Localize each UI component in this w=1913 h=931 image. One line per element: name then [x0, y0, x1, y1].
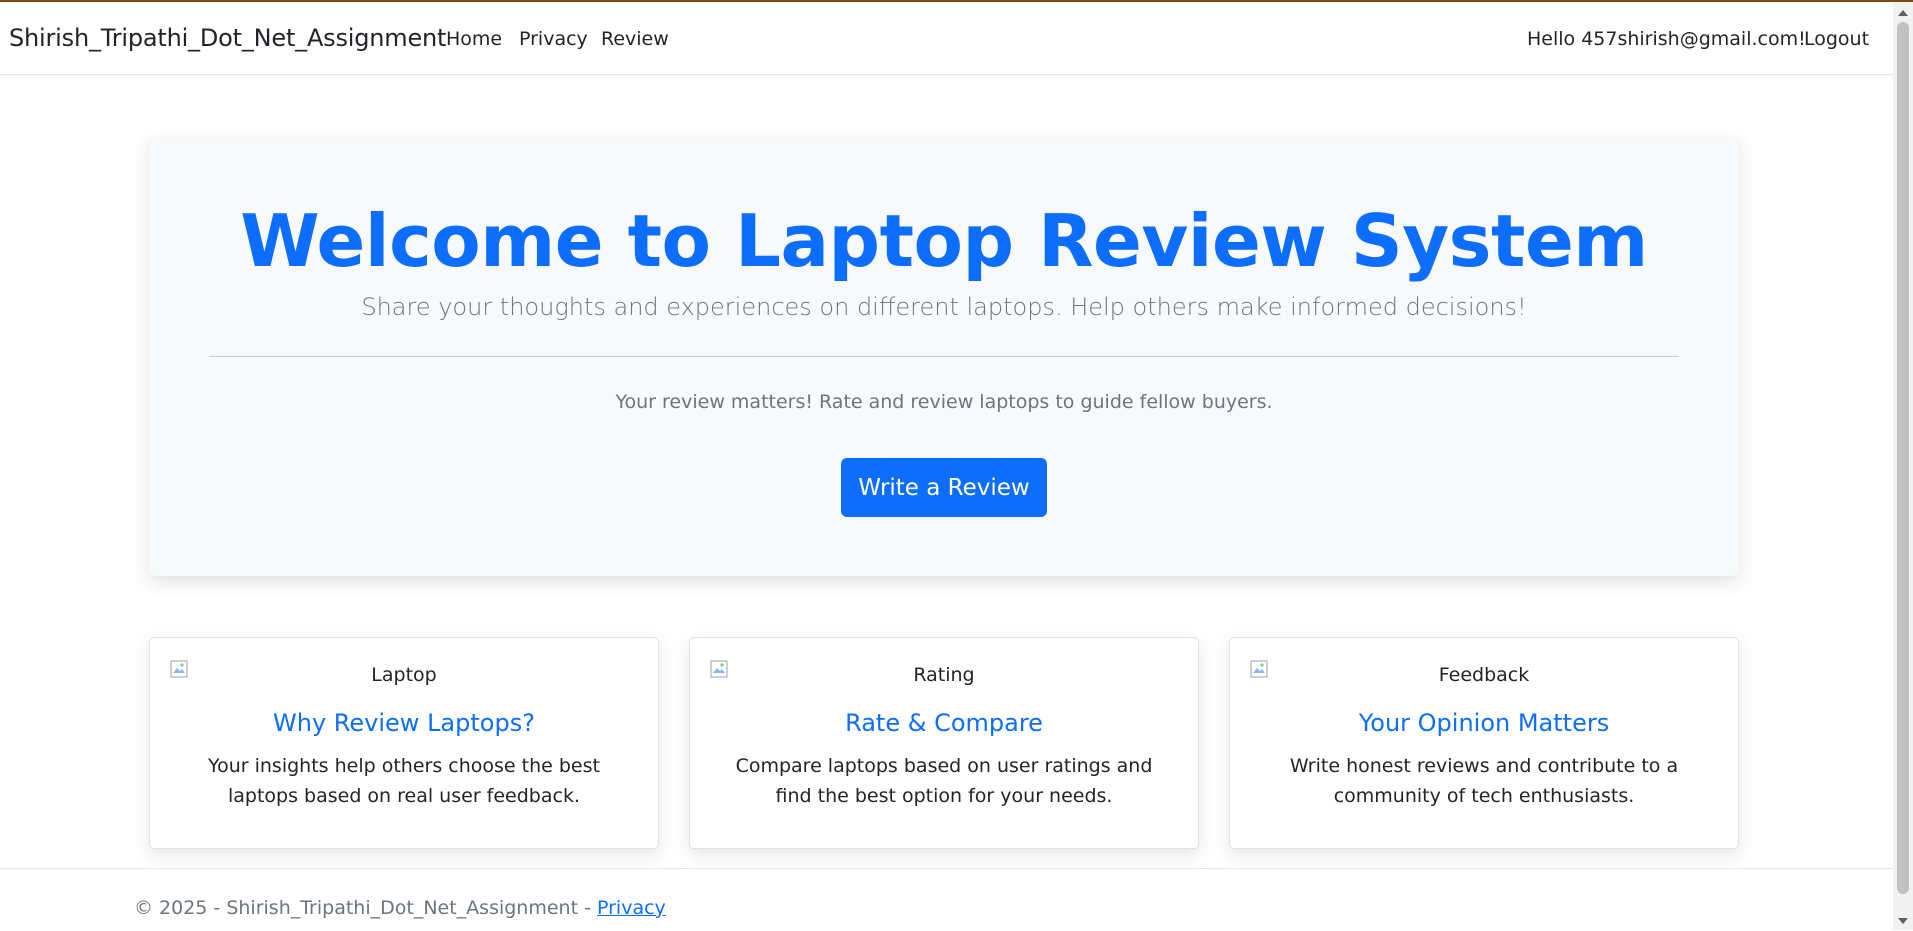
card-title: Your Opinion Matters — [1358, 709, 1610, 737]
logout-button[interactable]: Logout — [1804, 28, 1869, 50]
card-title: Rate & Compare — [845, 709, 1043, 737]
footer-privacy-link[interactable]: Privacy — [597, 897, 666, 919]
card-image-alt: Feedback — [1438, 664, 1530, 686]
scroll-up-arrow-icon[interactable] — [1898, 10, 1908, 16]
hero-jumbotron: Welcome to Laptop Review System Share yo… — [149, 137, 1739, 576]
card-image-alt: Laptop — [371, 664, 437, 686]
write-review-button[interactable]: Write a Review — [841, 458, 1047, 517]
card-text: Compare laptops based on user ratings an… — [735, 755, 1153, 807]
hero-divider — [209, 356, 1679, 357]
card-text: Your insights help others choose the bes… — [208, 755, 600, 807]
nav-link-home[interactable]: Home — [446, 28, 502, 50]
hero-note: Your review matters! Rate and review lap… — [615, 391, 1273, 413]
feature-card-feedback: Feedback Your Opinion Matters Write hone… — [1229, 637, 1739, 849]
scrollbar-thumb[interactable] — [1897, 22, 1909, 894]
scroll-down-arrow-icon[interactable] — [1898, 918, 1908, 924]
card-title: Why Review Laptops? — [273, 709, 535, 737]
hero-subtitle: Share your thoughts and experiences on d… — [361, 293, 1527, 321]
feature-card-laptop: Laptop Why Review Laptops? Your insights… — [149, 637, 659, 849]
navbar-brand[interactable]: Shirish_Tripathi_Dot_Net_Assignment — [9, 24, 446, 52]
card-image-alt: Rating — [913, 664, 975, 686]
nav-link-privacy[interactable]: Privacy — [519, 28, 588, 50]
footer-copyright: © 2025 - Shirish_Tripathi_Dot_Net_Assign… — [134, 897, 597, 919]
vertical-scrollbar[interactable] — [1893, 2, 1913, 930]
hero-title: Welcome to Laptop Review System — [240, 199, 1648, 283]
nav-link-review[interactable]: Review — [601, 28, 669, 50]
footer-text: © 2025 - Shirish_Tripathi_Dot_Net_Assign… — [134, 897, 666, 919]
user-greeting-link[interactable]: Hello 457shirish@gmail.com! — [1527, 28, 1806, 50]
footer: © 2025 - Shirish_Tripathi_Dot_Net_Assign… — [0, 868, 1893, 931]
navbar: Shirish_Tripathi_Dot_Net_Assignment Home… — [0, 2, 1893, 75]
card-text: Write honest reviews and contribute to a… — [1289, 755, 1679, 807]
feature-card-rating: Rating Rate & Compare Compare laptops ba… — [689, 637, 1199, 849]
